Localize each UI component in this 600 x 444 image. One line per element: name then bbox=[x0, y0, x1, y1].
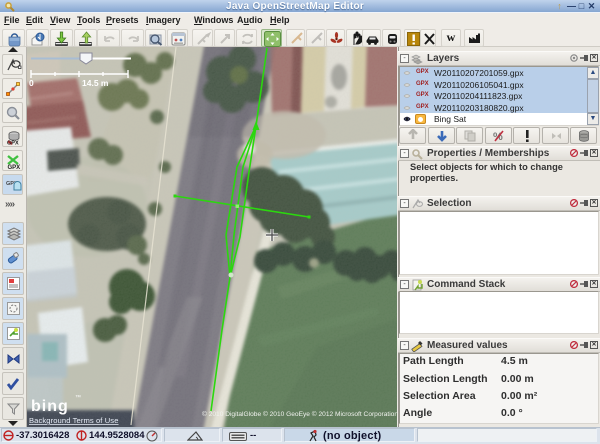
svg-text:bing: bing bbox=[31, 398, 69, 415]
svg-text:™: ™ bbox=[75, 394, 81, 401]
svg-text:GPX: GPX bbox=[8, 165, 21, 170]
svg-text:14.5 m: 14.5 m bbox=[82, 78, 109, 88]
svg-text:© 2010 DigitalGlobe © 2010 Geo: © 2010 DigitalGlobe © 2010 GeoEye © 2012… bbox=[202, 410, 397, 418]
svg-text:GPX: GPX bbox=[7, 141, 19, 147]
svg-text:Background Terms of Use: Background Terms of Use bbox=[29, 416, 119, 425]
svg-text:0: 0 bbox=[29, 78, 34, 88]
